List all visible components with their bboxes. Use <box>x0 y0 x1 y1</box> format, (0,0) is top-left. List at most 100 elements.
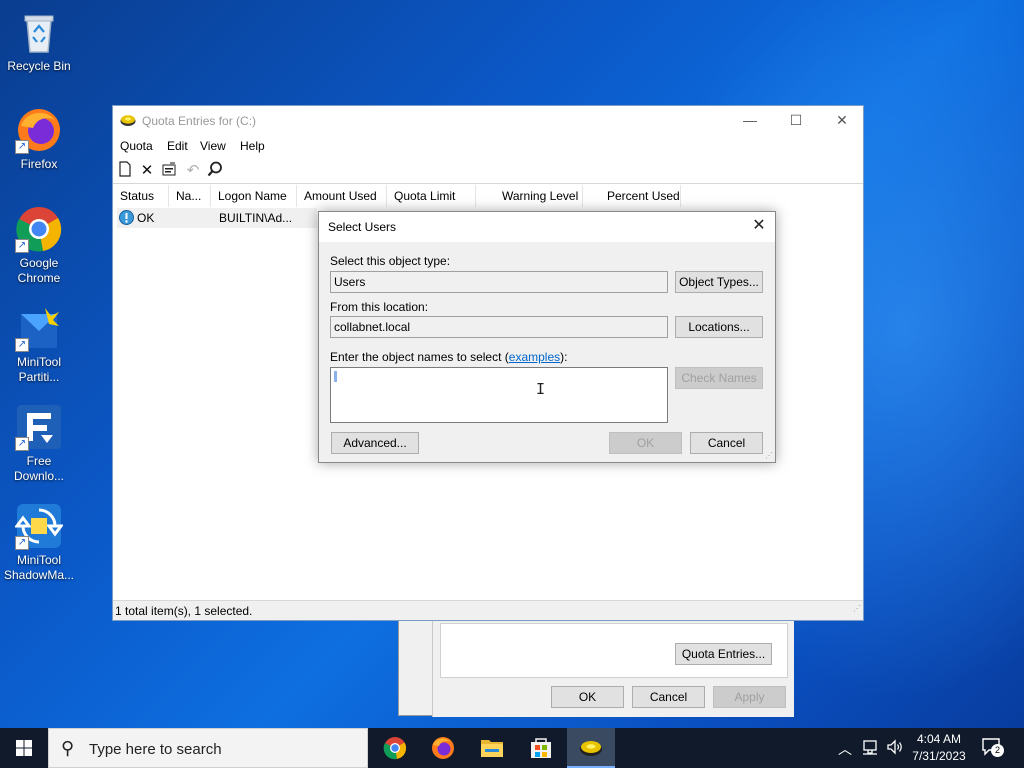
check-names-button[interactable]: Check Names <box>675 367 763 389</box>
action-center-button[interactable]: 2 <box>980 736 1008 760</box>
desktop-icon-label: Google Chrome <box>17 256 61 285</box>
examples-link[interactable]: examples <box>509 350 560 364</box>
maximize-button[interactable]: ☐ <box>773 106 819 136</box>
quota-app-icon <box>120 113 136 127</box>
show-hidden-icons-chevron-icon[interactable]: ︿ <box>838 739 852 768</box>
column-quota-limit[interactable]: Quota Limit <box>387 185 476 207</box>
desktop-icon-chrome[interactable]: ↗ Google Chrome <box>2 205 76 286</box>
menu-view[interactable]: View <box>200 139 226 153</box>
taskbar-firefox[interactable] <box>419 728 467 768</box>
clock-time: 4:04 AM <box>916 732 962 746</box>
clock-date: 7/31/2023 <box>912 749 966 763</box>
column-logon-name[interactable]: Logon Name <box>211 185 297 207</box>
taskbar-quota-app[interactable] <box>567 728 615 768</box>
firefox-icon: ↗ <box>15 106 63 154</box>
column-amount-used[interactable]: Amount Used <box>297 185 387 207</box>
quota-settings-panel: Quota Entries... <box>440 623 788 678</box>
minimize-button[interactable]: — <box>727 106 773 136</box>
quota-window-title: Quota Entries for (C:) <box>142 114 257 128</box>
column-status[interactable]: Status <box>113 185 169 207</box>
text-caret <box>334 371 337 382</box>
advanced-button[interactable]: Advanced... <box>331 432 419 454</box>
list-header: Status Na... Logon Name Amount Used Quot… <box>113 185 863 207</box>
select-users-dialog: Select Users ✕ Select this object type: … <box>318 211 776 463</box>
volume-icon[interactable] <box>886 738 904 768</box>
menu-edit[interactable]: Edit <box>167 139 188 153</box>
minitool-shadowmaker-icon: ↗ <box>14 502 64 550</box>
file-explorer-icon <box>481 740 503 757</box>
notification-count-badge: 2 <box>991 744 1004 757</box>
new-entry-icon[interactable] <box>115 161 135 181</box>
column-warning-level[interactable]: Warning Level <box>476 185 583 207</box>
column-name[interactable]: Na... <box>169 185 211 207</box>
status-ok-icon <box>119 210 134 228</box>
taskbar-store[interactable] <box>517 728 565 768</box>
column-percent-used[interactable]: Percent Used <box>583 185 681 207</box>
properties-cancel-button[interactable]: Cancel <box>632 686 705 708</box>
close-button[interactable]: ✕ <box>819 106 865 136</box>
object-type-field: Users <box>330 271 668 293</box>
quota-app-icon <box>580 741 602 756</box>
cell-logon-name: BUILTIN\Ad... <box>219 211 293 225</box>
properties-apply-button[interactable]: Apply <box>713 686 786 708</box>
network-icon[interactable] <box>862 738 880 768</box>
firefox-icon <box>432 737 454 759</box>
undo-icon[interactable]: ↶ <box>183 161 203 181</box>
find-icon[interactable] <box>205 161 225 181</box>
menu-quota[interactable]: Quota <box>120 139 153 153</box>
delete-icon[interactable]: ✕ <box>137 161 157 181</box>
object-type-label: Select this object type: <box>330 254 451 268</box>
location-field: collabnet.local <box>330 316 668 338</box>
taskbar-file-explorer[interactable] <box>468 728 516 768</box>
object-types-button[interactable]: Object Types... <box>675 271 763 293</box>
select-users-titlebar[interactable]: Select Users ✕ <box>319 212 775 242</box>
select-users-title: Select Users <box>328 220 397 234</box>
shortcut-arrow-icon: ↗ <box>15 239 29 253</box>
status-bar: 1 total item(s), 1 selected. ⋰ <box>113 600 863 620</box>
status-bar-text: 1 total item(s), 1 selected. <box>115 604 253 618</box>
search-icon: ⚲ <box>61 738 75 758</box>
menu-help[interactable]: Help <box>240 139 265 153</box>
minitool-partition-icon: ↗ <box>15 304 63 352</box>
shortcut-arrow-icon: ↗ <box>15 437 29 451</box>
taskbar: ⚲ Type here to search ︿ 4:04 AM 7/31/202… <box>0 728 1024 768</box>
menu-bar: Quota Edit View Help <box>113 136 863 156</box>
quota-window-titlebar[interactable]: Quota Entries for (C:) — ☐ ✕ <box>113 106 863 136</box>
object-names-input[interactable] <box>330 367 668 423</box>
desktop-icon-label: MiniTool Partiti... <box>16 355 61 384</box>
location-label: From this location: <box>330 300 429 314</box>
desktop-icon-label: Free Downlo... <box>13 454 65 483</box>
cancel-button[interactable]: Cancel <box>690 432 763 454</box>
desktop-icon-minitool-partition[interactable]: ↗ MiniTool Partiti... <box>2 304 76 385</box>
resize-grip-icon[interactable]: ⋰ <box>853 599 861 619</box>
shortcut-arrow-icon: ↗ <box>15 536 29 550</box>
desktop-icon-minitool-shadowmaker[interactable]: ↗ MiniTool ShadowMa... <box>2 502 76 583</box>
free-download-manager-icon: ↗ <box>15 403 63 451</box>
desktop-icon-label: Firefox <box>20 157 58 171</box>
taskbar-search-box[interactable]: ⚲ Type here to search <box>48 728 368 768</box>
desktop-icon-free-download[interactable]: ↗ Free Downlo... <box>2 403 76 484</box>
close-icon[interactable]: ✕ <box>743 212 775 242</box>
ok-button[interactable]: OK <box>609 432 682 454</box>
store-icon <box>531 738 551 758</box>
start-button[interactable] <box>0 728 48 768</box>
properties-icon[interactable] <box>159 161 179 181</box>
recycle-bin-icon <box>15 8 63 56</box>
quota-entries-button[interactable]: Quota Entries... <box>675 643 772 665</box>
desktop-icon-firefox[interactable]: ↗ Firefox <box>2 106 76 172</box>
desktop-icon-label: Recycle Bin <box>7 59 71 73</box>
search-placeholder: Type here to search <box>89 741 222 758</box>
shortcut-arrow-icon: ↗ <box>15 140 29 154</box>
taskbar-chrome[interactable] <box>371 728 419 768</box>
locations-button[interactable]: Locations... <box>675 316 763 338</box>
properties-ok-button[interactable]: OK <box>551 686 624 708</box>
taskbar-clock[interactable]: 4:04 AM 7/31/2023 <box>904 731 974 765</box>
object-names-label-text: Enter the object names to select ( <box>330 350 509 364</box>
desktop-icon-recycle-bin[interactable]: Recycle Bin <box>2 8 76 74</box>
chrome-icon: ↗ <box>15 205 63 253</box>
cell-status: OK <box>137 211 155 225</box>
windows-logo-icon <box>16 740 32 756</box>
desktop-icon-label: MiniTool ShadowMa... <box>3 553 75 582</box>
shortcut-arrow-icon: ↗ <box>15 338 29 352</box>
resize-grip-icon[interactable]: ⋰ <box>765 451 773 460</box>
